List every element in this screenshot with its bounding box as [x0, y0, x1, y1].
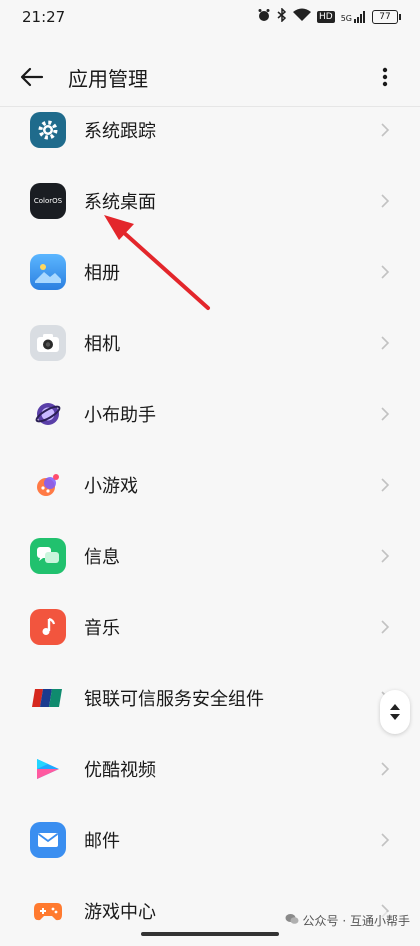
chevron-right-icon [378, 548, 392, 563]
gallery-icon [30, 253, 66, 290]
mail-icon [30, 821, 66, 858]
app-label: 音乐 [84, 617, 120, 639]
music-icon [30, 608, 66, 645]
app-label: 优酷视频 [84, 759, 156, 781]
app-label: 邮件 [84, 830, 120, 852]
app-label: 系统桌面 [84, 191, 156, 213]
chevron-right-icon [378, 193, 392, 208]
camera-icon [30, 324, 66, 361]
hd-icon: HD [317, 11, 335, 23]
network-type: 5G [340, 14, 352, 23]
app-row-mail[interactable]: 邮件 [0, 804, 420, 875]
message-icon [30, 537, 66, 574]
chevron-right-icon [378, 406, 392, 421]
more-options-icon[interactable] [370, 62, 400, 92]
watermark: 公众号 · 互通小帮手 [284, 912, 410, 929]
app-row-youku[interactable]: 优酷视频 [0, 733, 420, 804]
app-row-system-trace[interactable]: 系统跟踪 [0, 94, 420, 165]
app-label: 小游戏 [84, 475, 138, 497]
minigame-icon [30, 467, 66, 503]
game-center-icon [30, 893, 66, 929]
assistant-icon [30, 396, 66, 432]
wechat-icon [285, 913, 299, 928]
home-indicator[interactable] [141, 932, 279, 936]
signal-icon: 5G [341, 11, 366, 23]
app-list: 系统跟踪 ColorOS 系统桌面 相册 相机 小布助手 小游戏 信息 音乐 银… [0, 94, 420, 946]
app-label: 小布助手 [84, 404, 156, 426]
chevron-right-icon [378, 122, 392, 137]
chevron-right-icon [378, 477, 392, 492]
chevron-right-icon [378, 264, 392, 279]
app-row-unionpay-secure[interactable]: 银联可信服务安全组件 [0, 662, 420, 733]
status-time: 21:27 [22, 8, 66, 26]
app-label: 银联可信服务安全组件 [84, 688, 264, 710]
scroll-arrows-icon [390, 704, 400, 720]
coloros-icon-text: ColorOS [33, 196, 63, 205]
app-label: 信息 [84, 546, 120, 568]
app-row-gallery[interactable]: 相册 [0, 236, 420, 307]
wifi-icon [293, 8, 311, 26]
header-divider [0, 106, 420, 107]
chevron-right-icon [378, 761, 392, 776]
bluetooth-icon [277, 7, 287, 26]
alarm-icon [257, 8, 271, 26]
status-icons: HD 5G 77 [257, 7, 401, 26]
app-label: 系统跟踪 [84, 120, 156, 142]
app-label: 相机 [84, 333, 120, 355]
app-row-messages[interactable]: 信息 [0, 520, 420, 591]
chevron-right-icon [378, 619, 392, 634]
chevron-right-icon [378, 335, 392, 350]
app-row-mini-games[interactable]: 小游戏 [0, 449, 420, 520]
unionpay-icon [30, 680, 66, 716]
app-label: 相册 [84, 262, 120, 284]
app-row-music[interactable]: 音乐 [0, 591, 420, 662]
chevron-right-icon [378, 832, 392, 847]
back-arrow-icon[interactable] [20, 62, 50, 92]
coloros-icon: ColorOS [30, 182, 66, 219]
status-bar: 21:27 HD 5G 77 [0, 0, 420, 34]
youku-icon [30, 751, 66, 787]
battery-icon: 77 [372, 10, 401, 24]
page-title: 应用管理 [68, 66, 148, 91]
app-row-breeno-assistant[interactable]: 小布助手 [0, 378, 420, 449]
fast-scroll-button[interactable] [380, 690, 410, 734]
watermark-text: 公众号 · 互通小帮手 [302, 914, 410, 928]
app-row-camera[interactable]: 相机 [0, 307, 420, 378]
gear-icon [30, 111, 66, 148]
app-row-system-launcher[interactable]: ColorOS 系统桌面 [0, 165, 420, 236]
